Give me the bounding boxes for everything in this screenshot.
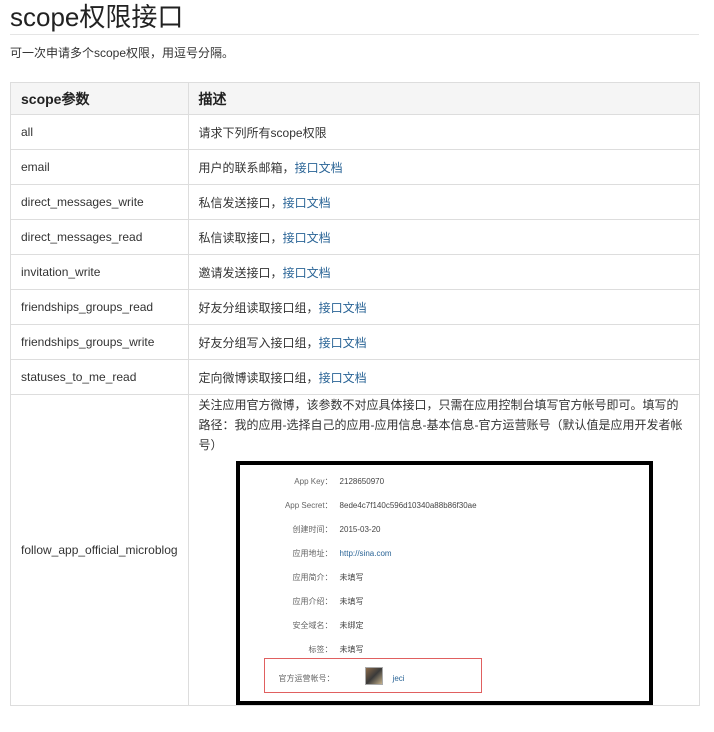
table-row: friendships_groups_read 好友分组读取接口组，接口文档 bbox=[10, 289, 700, 325]
table-row: direct_messages_read 私信读取接口，接口文档 bbox=[10, 219, 700, 255]
app-summary-row: 应用简介： 未填写 bbox=[240, 571, 649, 585]
table-row: all 请求下列所有scope权限 bbox=[10, 114, 700, 150]
field-label: App Secret： bbox=[284, 501, 333, 510]
intro-text: 可一次申请多个scope权限，用逗号分隔。 bbox=[10, 46, 235, 60]
api-doc-link[interactable]: 接口文档 bbox=[283, 196, 331, 210]
field-label: 标签： bbox=[308, 645, 333, 654]
table-row: email 用户的联系邮箱，接口文档 bbox=[10, 149, 700, 185]
scope-param-cell: statuses_to_me_read bbox=[10, 359, 189, 395]
api-doc-link[interactable]: 接口文档 bbox=[319, 371, 367, 385]
field-label: 创建时间： bbox=[292, 525, 333, 534]
scope-param-cell: friendships_groups_write bbox=[10, 324, 189, 360]
field-label: App Key： bbox=[294, 477, 333, 486]
tags-row: 标签： 未填写 bbox=[240, 643, 649, 657]
table-row: follow_app_official_microblog 关注应用官方微博，该… bbox=[10, 394, 700, 706]
description-cell: 私信读取接口，接口文档 bbox=[187, 219, 700, 255]
description-cell: 请求下列所有scope权限 bbox=[187, 114, 700, 150]
description-text: 私信读取接口， bbox=[198, 230, 283, 245]
scope-param-cell: direct_messages_read bbox=[10, 219, 189, 255]
scope-param-cell: all bbox=[10, 114, 189, 150]
api-doc-link[interactable]: 接口文档 bbox=[283, 231, 331, 245]
description-text: 请求下列所有scope权限 bbox=[198, 125, 327, 140]
created-time-row: 创建时间： 2015-03-20 bbox=[240, 523, 649, 537]
field-value: 未绑定 bbox=[339, 621, 364, 630]
header-scope-param: scope参数 bbox=[10, 82, 189, 115]
description-text: 定向微博读取接口组， bbox=[198, 370, 319, 385]
title-divider bbox=[10, 34, 699, 35]
description-cell: 关注应用官方微博，该参数不对应具体接口，只需在应用控制台填写官方帐号即可。填写的… bbox=[187, 394, 700, 706]
field-value: 未填写 bbox=[339, 645, 364, 654]
app-key-row: App Key： 2128650970 bbox=[240, 475, 649, 489]
field-label: 应用介绍： bbox=[292, 597, 333, 606]
table-row: statuses_to_me_read 定向微博读取接口组，接口文档 bbox=[10, 359, 700, 395]
scope-param-cell: direct_messages_write bbox=[10, 184, 189, 220]
scope-param-cell: follow_app_official_microblog bbox=[10, 394, 189, 706]
description-text: 好友分组读取接口组， bbox=[198, 300, 319, 315]
description-text: 关注应用官方微博，该参数不对应具体接口，只需在应用控制台填写官方帐号即可。填写的… bbox=[198, 398, 683, 452]
description-text: 用户的联系邮箱， bbox=[198, 160, 295, 175]
field-value: 未填写 bbox=[339, 597, 364, 606]
api-doc-link[interactable]: 接口文档 bbox=[319, 336, 367, 350]
app-intro-row: 应用介绍： 未填写 bbox=[240, 595, 649, 609]
field-value: 未填写 bbox=[339, 573, 364, 582]
description-cell: 用户的联系邮箱，接口文档 bbox=[187, 149, 700, 185]
field-label: 安全域名： bbox=[292, 621, 333, 630]
description-cell: 邀请发送接口，接口文档 bbox=[187, 254, 700, 290]
scope-param-cell: friendships_groups_read bbox=[10, 289, 189, 325]
description-text: 邀请发送接口， bbox=[198, 265, 283, 280]
api-doc-link[interactable]: 接口文档 bbox=[295, 161, 343, 175]
api-doc-link[interactable]: 接口文档 bbox=[283, 266, 331, 280]
description-cell: 定向微博读取接口组，接口文档 bbox=[187, 359, 700, 395]
description-cell: 私信发送接口，接口文档 bbox=[187, 184, 700, 220]
table-row: invitation_write 邀请发送接口，接口文档 bbox=[10, 254, 700, 290]
field-label: 应用简介： bbox=[292, 573, 333, 582]
secure-domain-row: 安全域名： 未绑定 bbox=[240, 619, 649, 633]
description-text: 好友分组写入接口组， bbox=[198, 335, 319, 350]
field-value: 2128650970 bbox=[339, 477, 385, 486]
scope-table: scope参数 描述 all 请求下列所有scope权限 email 用户的联系… bbox=[10, 82, 700, 706]
header-description: 描述 bbox=[187, 82, 700, 115]
scope-param-cell: email bbox=[10, 149, 189, 185]
app-info-screenshot: App Key： 2128650970 App Secret： 8ede4c7f… bbox=[235, 461, 653, 705]
avatar bbox=[364, 667, 383, 685]
table-row: friendships_groups_write 好友分组写入接口组，接口文档 bbox=[10, 324, 700, 360]
table-row: direct_messages_write 私信发送接口，接口文档 bbox=[10, 184, 700, 220]
table-header-row: scope参数 描述 bbox=[10, 82, 700, 115]
app-secret-row: App Secret： 8ede4c7f140c596d10340a88b86f… bbox=[240, 499, 649, 513]
description-cell: 好友分组写入接口组，接口文档 bbox=[187, 324, 700, 360]
field-value: 8ede4c7f140c596d10340a88b86f30ae bbox=[339, 501, 477, 510]
field-label: 官方运营帐号： bbox=[278, 674, 335, 683]
scope-param-cell: invitation_write bbox=[10, 254, 189, 290]
app-url-row: 应用地址： http://sina.com bbox=[240, 547, 649, 561]
field-value: 2015-03-20 bbox=[339, 525, 381, 534]
app-url-link[interactable]: http://sina.com bbox=[340, 547, 392, 561]
description-text: 私信发送接口， bbox=[198, 195, 283, 210]
page-title: scope权限接口 bbox=[10, 2, 184, 32]
field-label: 应用地址： bbox=[292, 549, 333, 558]
description-cell: 好友分组读取接口组，接口文档 bbox=[187, 289, 700, 325]
official-account-link[interactable]: jeci bbox=[393, 669, 405, 689]
official-account-highlight: 官方运营帐号： jeci bbox=[263, 658, 482, 693]
api-doc-link[interactable]: 接口文档 bbox=[319, 301, 367, 315]
